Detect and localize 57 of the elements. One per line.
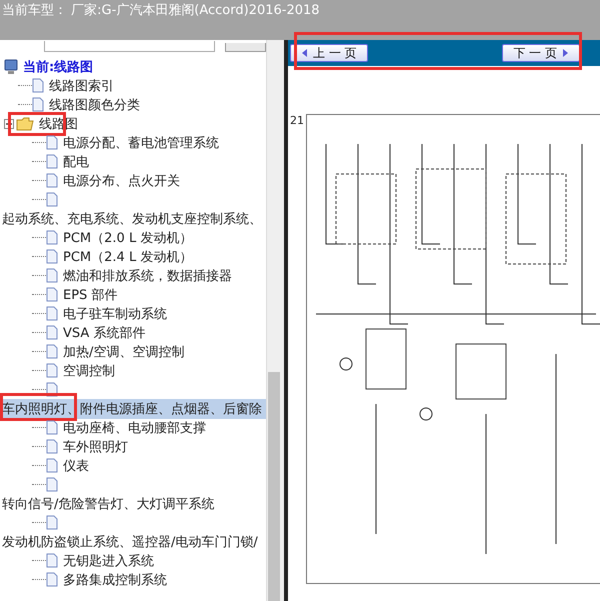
tree-item[interactable]: 发动机防盗锁止系统、遥控器/电动车门门锁/	[0, 532, 258, 552]
document-icon	[46, 553, 58, 568]
folder-icon	[16, 116, 34, 130]
arrow-icon	[561, 48, 569, 58]
page-number: 21	[290, 114, 304, 127]
document-icon	[46, 154, 58, 169]
document-icon	[46, 192, 58, 207]
document-icon	[46, 230, 58, 245]
tree-item[interactable]: 燃油和排放系统，数据插接器	[61, 266, 234, 284]
tree-root-label[interactable]: 当前:线路图	[21, 58, 96, 76]
tree-item[interactable]: 电子驻车制动系统	[61, 304, 169, 322]
search-button[interactable]	[224, 43, 266, 52]
document-icon	[46, 439, 58, 454]
document-icon	[46, 420, 58, 435]
document-icon	[46, 477, 58, 492]
next-page-button[interactable]: 下 一 页	[502, 44, 580, 62]
tree-item[interactable]: 起动系统、充电系统、发动机支座控制系统、	[0, 208, 262, 228]
tree-item[interactable]: 车外照明灯	[61, 438, 130, 456]
document-icon	[46, 249, 58, 264]
tree-item[interactable]: 电源分布、点火开关	[61, 172, 182, 190]
document-icon	[46, 268, 58, 283]
window-title: 当前车型： 厂家:G-广汽本田雅阁(Accord)2016-2018	[1, 2, 321, 19]
computer-icon	[4, 58, 18, 74]
scrollbar[interactable]	[266, 40, 281, 601]
tree-item[interactable]: 无钥匙进入系统	[61, 552, 156, 570]
tree-item[interactable]: PCM（2.4 L 发动机）	[61, 248, 194, 266]
document-icon	[46, 173, 58, 188]
document-icon	[46, 515, 58, 530]
tree-item[interactable]: VSA 系统部件	[61, 324, 148, 342]
document-icon	[46, 572, 58, 587]
splitter-bar[interactable]	[281, 40, 288, 601]
previous-page-button[interactable]: 上 一 页	[290, 44, 368, 62]
tree-item[interactable]: 多路集成控制系统	[61, 570, 169, 588]
tree-item[interactable]: 空调控制	[61, 362, 117, 380]
tree-item[interactable]: 线路图	[37, 114, 80, 132]
tree-item[interactable]: 仪表	[61, 456, 91, 474]
tree-item[interactable]: 加热/空调、空调控制	[61, 342, 186, 360]
document-icon	[46, 458, 58, 473]
document-icon	[46, 344, 58, 359]
document-icon	[46, 135, 58, 150]
tree-item[interactable]: 电动座椅、电动腰部支撑	[61, 418, 208, 436]
tree-item[interactable]: 转向信号/危险警告灯、大灯调平系统	[0, 494, 214, 514]
document-icon	[32, 78, 44, 93]
tree-item[interactable]: 电源分配、蓄电池管理系统	[61, 134, 221, 152]
tree-item[interactable]: 车内照明灯、附件电源插座、点烟器、后窗除	[0, 398, 266, 418]
tree-item[interactable]: 配电	[61, 152, 91, 170]
search-field[interactable]	[44, 41, 215, 52]
tree-item[interactable]: PCM（2.0 L 发动机）	[61, 228, 194, 246]
arrow-icon	[301, 48, 309, 58]
document-icon	[46, 287, 58, 302]
document-icon	[32, 97, 44, 112]
document-icon	[46, 363, 58, 378]
document-icon	[46, 306, 58, 321]
tree-item[interactable]: EPS 部件	[61, 286, 120, 304]
tree-item[interactable]: 线路图索引	[47, 76, 116, 94]
document-icon	[46, 325, 58, 340]
tree-item[interactable]: 线路图颜色分类	[47, 96, 142, 114]
